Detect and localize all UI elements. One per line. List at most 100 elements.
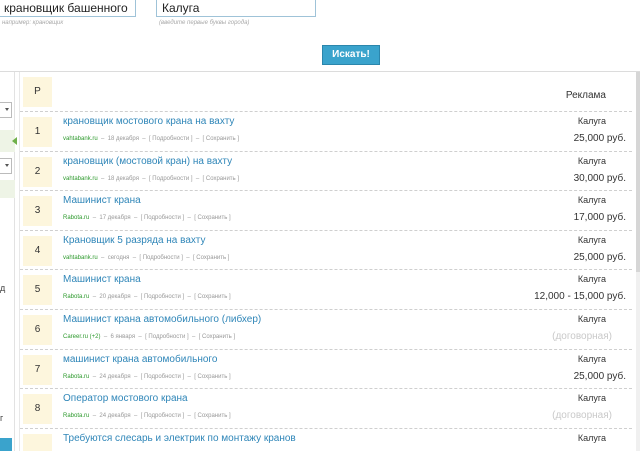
details-link[interactable]: [ Подробности ] <box>141 215 185 221</box>
job-source[interactable]: vahtabank.ru <box>63 176 98 182</box>
save-link[interactable]: [ Сохранить ] <box>203 136 239 142</box>
filter-band <box>0 180 15 198</box>
location-hint: (введите первые буквы города) <box>159 20 250 26</box>
job-meta: Rabota.ru – 20 декабря – [ Подробности ]… <box>63 294 231 301</box>
job-title-link[interactable]: крановщик мостового крана на вахту <box>63 116 234 127</box>
job-city: Калуга <box>577 393 606 404</box>
job-date: 18 декабря <box>107 175 139 182</box>
job-city: Калуга <box>577 274 606 285</box>
job-source[interactable]: Rabota.ru <box>63 374 89 380</box>
job-salary: 25,000 руб. <box>573 133 626 144</box>
table-row: Требуются слесарь и электрик по монтажу … <box>20 429 632 451</box>
filter-select-2[interactable] <box>0 158 12 174</box>
job-salary: 25,000 руб. <box>573 251 626 263</box>
sidebar-button[interactable] <box>0 438 12 451</box>
job-title-link[interactable]: крановщик (мостовой кран) на вахту <box>63 156 232 167</box>
job-date: сегодня <box>107 254 130 261</box>
location-input[interactable] <box>156 0 316 17</box>
job-salary: (договорная) <box>552 410 612 422</box>
details-link[interactable]: [ Подробности ] <box>149 176 193 182</box>
job-salary: 30,000 руб. <box>573 172 626 184</box>
job-date: 20 декабря <box>99 294 131 301</box>
job-source[interactable]: vahtabank.ru <box>63 136 98 142</box>
job-title-link[interactable]: Машинист крана <box>63 195 141 206</box>
job-city: Калуга <box>577 234 606 245</box>
job-search-hint: например: крановщик <box>2 20 64 26</box>
save-link[interactable]: [ Сохранить ] <box>203 176 239 182</box>
row-number <box>23 433 52 451</box>
filter-sidebar: д г <box>0 72 17 451</box>
job-source[interactable]: Rabota.ru <box>63 215 89 221</box>
details-link[interactable]: [ Подробности ] <box>149 136 193 142</box>
table-row: 8 Оператор мостового крана Rabota.ru – 24 … <box>20 389 632 429</box>
job-meta: Rabota.ru – 17 декабря – [ Подробности ]… <box>63 215 231 222</box>
job-source[interactable]: Career.ru (+2) <box>63 334 101 340</box>
search-button[interactable]: Искать! <box>322 45 380 65</box>
details-link[interactable]: [ Подробности ] <box>141 374 185 380</box>
job-title-link[interactable]: Оператор мостового крана <box>63 393 188 404</box>
job-city: Калуга <box>577 353 606 364</box>
job-meta: vahtabank.ru – сегодня – [ Подробности ]… <box>63 254 230 261</box>
job-meta: Career.ru (+2) – 6 января – [ Подробност… <box>63 333 236 340</box>
details-link[interactable]: [ Подробности ] <box>139 255 183 261</box>
job-meta: Rabota.ru – 24 декабря – [ Подробности ]… <box>63 413 231 420</box>
job-salary: 25,000 руб. <box>573 370 626 382</box>
job-salary: 17,000 руб. <box>573 212 626 224</box>
job-city: Калуга <box>577 155 606 166</box>
job-date: 6 января <box>110 333 136 340</box>
job-title-link[interactable]: Машинист крана автомобильного (либхер) <box>63 314 261 325</box>
table-row: 3 Машинист крана Rabota.ru – 17 декабря – … <box>20 191 632 231</box>
job-city: Калуга <box>577 116 606 126</box>
job-title-link[interactable]: машинист крана автомобильного <box>63 354 217 365</box>
results-table: Р Реклама 1 крановщик мостового крана на … <box>20 72 632 451</box>
row-number: 7 <box>23 354 52 385</box>
details-link[interactable]: [ Подробности ] <box>141 413 185 419</box>
row-number: 5 <box>23 275 52 306</box>
row-number: 1 <box>23 117 52 147</box>
save-link[interactable]: [ Сохранить ] <box>194 413 230 419</box>
job-salary: 12,000 - 15,000 руб. <box>534 291 626 303</box>
job-city: Калуга <box>577 195 606 206</box>
job-date: 24 декабря <box>99 413 131 420</box>
row-number: 3 <box>23 196 52 227</box>
job-meta: vahtabank.ru – 18 декабря – [ Подробност… <box>63 136 240 142</box>
row-number: 2 <box>23 156 52 187</box>
scrollbar-thumb[interactable] <box>636 72 640 272</box>
job-date: 17 декабря <box>99 215 131 222</box>
job-title-link[interactable]: Крановщик 5 разряда на вахту <box>63 235 206 246</box>
details-link[interactable]: [ Подробности ] <box>145 334 189 340</box>
job-city: Калуга <box>577 432 606 443</box>
ad-label: Реклама <box>565 90 606 101</box>
table-row: 4 Крановщик 5 разряда на вахту vahtabank.r… <box>20 231 632 271</box>
save-link[interactable]: [ Сохранить ] <box>194 374 230 380</box>
row-number: 8 <box>23 394 52 425</box>
save-link[interactable]: [ Сохранить ] <box>194 294 230 300</box>
job-date: 18 декабря <box>107 136 139 142</box>
job-title-link[interactable]: Машинист крана <box>63 274 141 285</box>
job-date: 24 декабря <box>99 373 131 380</box>
sidebar-text-fragment: д <box>0 283 6 293</box>
job-title-link[interactable]: Требуются слесарь и электрик по монтажу … <box>63 433 296 444</box>
details-link[interactable]: [ Подробности ] <box>141 294 185 300</box>
sidebar-text-fragment: г <box>0 413 4 423</box>
table-row: 2 крановщик (мостовой кран) на вахту vahta… <box>20 152 632 192</box>
save-link[interactable]: [ Сохранить ] <box>193 255 229 261</box>
job-meta: vahtabank.ru – 18 декабря – [ Подробност… <box>63 175 240 182</box>
save-link[interactable]: [ Сохранить ] <box>194 215 230 221</box>
row-number: 6 <box>23 314 52 345</box>
filter-select-1[interactable] <box>0 102 12 118</box>
table-row: 5 Машинист крана Rabota.ru – 20 декабря – … <box>20 270 632 310</box>
job-source[interactable]: vahtabank.ru <box>63 255 98 261</box>
job-meta: Rabota.ru – 24 декабря – [ Подробности ]… <box>63 373 231 380</box>
row-number: 4 <box>23 235 52 266</box>
job-search-input[interactable] <box>0 0 136 17</box>
save-link[interactable]: [ Сохранить ] <box>199 334 235 340</box>
table-row: 1 крановщик мостового крана на вахту vahta… <box>20 112 632 152</box>
job-city: Калуга <box>577 313 606 324</box>
job-source[interactable]: Rabota.ru <box>63 413 89 419</box>
job-salary: (договорная) <box>552 330 612 342</box>
results-header: Р Реклама <box>20 72 632 112</box>
job-source[interactable]: Rabota.ru <box>63 294 89 300</box>
table-row: 7 машинист крана автомобильного Rabota.ru … <box>20 350 632 390</box>
number-column-header: Р <box>23 77 52 107</box>
